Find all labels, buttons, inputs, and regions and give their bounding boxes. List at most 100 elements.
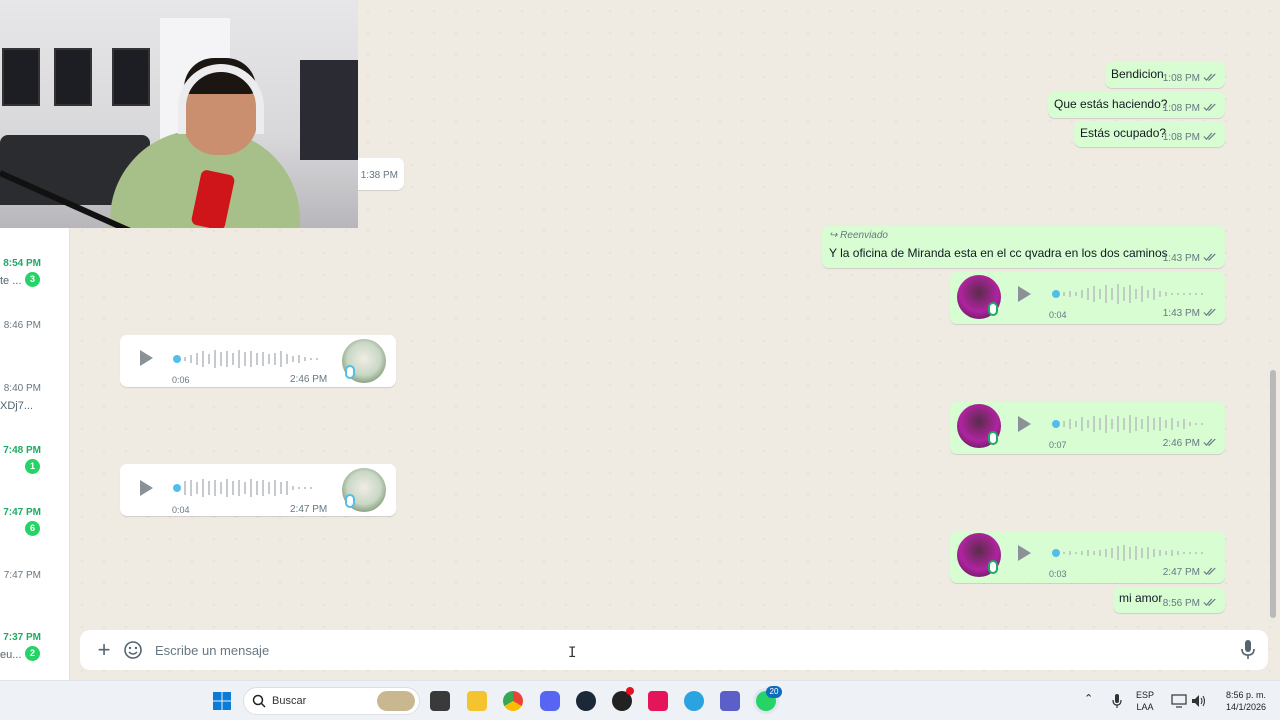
lang-bottom: LAA bbox=[1136, 702, 1154, 712]
windows-start-icon[interactable] bbox=[212, 691, 232, 711]
chat-time: 7:47 PM bbox=[3, 570, 41, 581]
microphone-icon bbox=[345, 365, 355, 379]
double-check-icon bbox=[1203, 132, 1216, 141]
poster bbox=[112, 48, 150, 106]
double-check-icon bbox=[1203, 308, 1216, 317]
unread-badge: 3 bbox=[25, 272, 40, 287]
chat-list-item[interactable]: 8:46 PM bbox=[0, 320, 69, 380]
voice-message-outgoing[interactable]: 0:03 2:47 PM bbox=[950, 531, 1225, 583]
discord-icon[interactable] bbox=[540, 691, 560, 711]
microphone-icon[interactable] bbox=[1111, 693, 1123, 709]
waveform[interactable] bbox=[173, 348, 323, 370]
message-time: 2:46 PM bbox=[290, 374, 328, 385]
waveform[interactable] bbox=[1052, 283, 1210, 305]
network-icon[interactable] bbox=[1171, 694, 1187, 708]
message-text: Y la oficina de Miranda esta en el cc qv… bbox=[829, 246, 1168, 260]
message-bubble-outgoing[interactable]: Estás ocupado? 1:08 PM bbox=[1074, 121, 1225, 147]
waveform[interactable] bbox=[1052, 542, 1210, 564]
message-text: mi amor bbox=[1119, 591, 1163, 605]
file-explorer-icon[interactable] bbox=[467, 691, 487, 711]
play-icon[interactable] bbox=[1018, 416, 1031, 432]
webcam-overlay bbox=[0, 0, 358, 228]
message-text: Que estás haciendo? bbox=[1054, 97, 1168, 111]
sticker-emoji-icon[interactable] bbox=[123, 640, 143, 660]
chat-time: 8:40 PM bbox=[3, 383, 41, 394]
search-placeholder: Buscar bbox=[272, 695, 307, 707]
volume-icon[interactable] bbox=[1191, 694, 1207, 708]
message-bubble-outgoing[interactable]: mi amor 8:56 PM bbox=[1113, 587, 1225, 613]
unread-badge: 6 bbox=[25, 521, 40, 536]
chat-scrollbar[interactable] bbox=[1270, 370, 1276, 618]
teams-icon[interactable] bbox=[720, 691, 740, 711]
double-check-icon bbox=[1203, 438, 1216, 447]
voice-message-incoming[interactable]: 0:06 2:46 PM bbox=[120, 335, 396, 387]
voice-message-incoming[interactable]: 0:04 2:47 PM bbox=[120, 464, 396, 516]
chat-snippet: eu... bbox=[0, 649, 22, 661]
voice-duration: 0:03 bbox=[1049, 569, 1067, 579]
lang-top: ESP bbox=[1136, 690, 1155, 700]
message-bubble-outgoing[interactable]: ↪ Reenviado Y la oficina de Miranda esta… bbox=[822, 226, 1225, 268]
chevron-up-icon[interactable]: ⌃ bbox=[1084, 693, 1093, 705]
play-icon[interactable] bbox=[1018, 545, 1031, 561]
message-time: 1:08 PM bbox=[1162, 103, 1200, 114]
double-check-icon bbox=[1203, 73, 1216, 82]
chat-list-item[interactable]: 7:37 PM eu... 2 bbox=[0, 632, 69, 680]
chat-list-item[interactable]: 8:54 PM te ... 3 bbox=[0, 258, 69, 318]
task-view-icon[interactable] bbox=[430, 691, 450, 711]
play-icon[interactable] bbox=[140, 480, 153, 496]
steam-icon[interactable] bbox=[576, 691, 596, 711]
message-time: 2:47 PM bbox=[1162, 567, 1200, 578]
play-icon[interactable] bbox=[1018, 286, 1031, 302]
microphone-icon[interactable] bbox=[1239, 639, 1257, 661]
text-cursor: I bbox=[568, 645, 577, 661]
play-icon[interactable] bbox=[140, 350, 153, 366]
unread-badge: 1 bbox=[25, 459, 40, 474]
tiktok-icon[interactable] bbox=[648, 691, 668, 711]
plus-icon[interactable]: + bbox=[92, 638, 116, 662]
chrome-icon[interactable] bbox=[503, 691, 523, 711]
forwarded-text: Reenviado bbox=[840, 230, 888, 241]
microphone-icon bbox=[988, 431, 998, 445]
microphone-icon bbox=[345, 494, 355, 508]
notification-dot bbox=[626, 687, 634, 695]
chat-time: 8:54 PM bbox=[3, 258, 41, 269]
chat-list[interactable]: 8:54 PM te ... 3 8:46 PM 8:40 PM XDj7...… bbox=[0, 228, 70, 680]
message-time: 1:08 PM bbox=[1162, 73, 1200, 84]
forwarded-label: ↪ Reenviado bbox=[829, 230, 888, 241]
message-meta: 1:08 PM bbox=[1163, 132, 1217, 143]
message-time: 1:08 PM bbox=[1162, 132, 1200, 143]
shelf bbox=[300, 60, 358, 160]
message-meta: 2:47 PM bbox=[1163, 567, 1217, 578]
chat-time: 7:37 PM bbox=[3, 632, 41, 643]
chat-list-item[interactable]: 7:48 PM 1 bbox=[0, 445, 69, 505]
waveform[interactable] bbox=[173, 477, 323, 499]
unread-badge: 2 bbox=[25, 646, 40, 661]
message-bubble-outgoing[interactable]: Bendicion 1:08 PM bbox=[1105, 62, 1225, 88]
voice-duration: 0:04 bbox=[172, 505, 190, 515]
chat-list-item[interactable]: 7:47 PM 6 bbox=[0, 507, 69, 567]
poster bbox=[2, 48, 40, 106]
voice-duration: 0:06 bbox=[172, 375, 190, 385]
message-meta: 1:43 PM bbox=[1163, 308, 1217, 319]
taskbar-search[interactable]: Buscar bbox=[243, 687, 420, 715]
message-input[interactable] bbox=[155, 639, 1215, 661]
clock[interactable]: 8:56 p. m. 14/1/2026 bbox=[1216, 689, 1266, 713]
voice-duration: 0:07 bbox=[1049, 440, 1067, 450]
waveform[interactable] bbox=[1052, 413, 1210, 435]
message-bubble-outgoing[interactable]: Que estás haciendo? 1:08 PM bbox=[1048, 92, 1225, 118]
message-meta: 1:43 PM bbox=[1163, 253, 1217, 264]
clock-time: 8:56 p. m. bbox=[1225, 690, 1266, 700]
voice-message-outgoing[interactable]: 0:04 1:43 PM bbox=[950, 272, 1225, 324]
double-check-icon bbox=[1203, 253, 1216, 262]
double-check-icon bbox=[1203, 598, 1216, 607]
telegram-icon[interactable] bbox=[684, 691, 704, 711]
message-meta: 1:08 PM bbox=[1163, 73, 1217, 84]
chat-list-item[interactable]: 7:47 PM bbox=[0, 570, 69, 630]
chat-time: 7:48 PM bbox=[3, 445, 41, 456]
chat-snippet: XDj7... bbox=[0, 400, 34, 412]
language-indicator[interactable]: ESP LAA bbox=[1136, 689, 1154, 713]
message-time: 8:56 PM bbox=[1162, 598, 1200, 609]
voice-message-outgoing[interactable]: 0:07 2:46 PM bbox=[950, 402, 1225, 454]
microphone-icon bbox=[988, 560, 998, 574]
chat-list-item[interactable]: 8:40 PM XDj7... bbox=[0, 383, 69, 443]
